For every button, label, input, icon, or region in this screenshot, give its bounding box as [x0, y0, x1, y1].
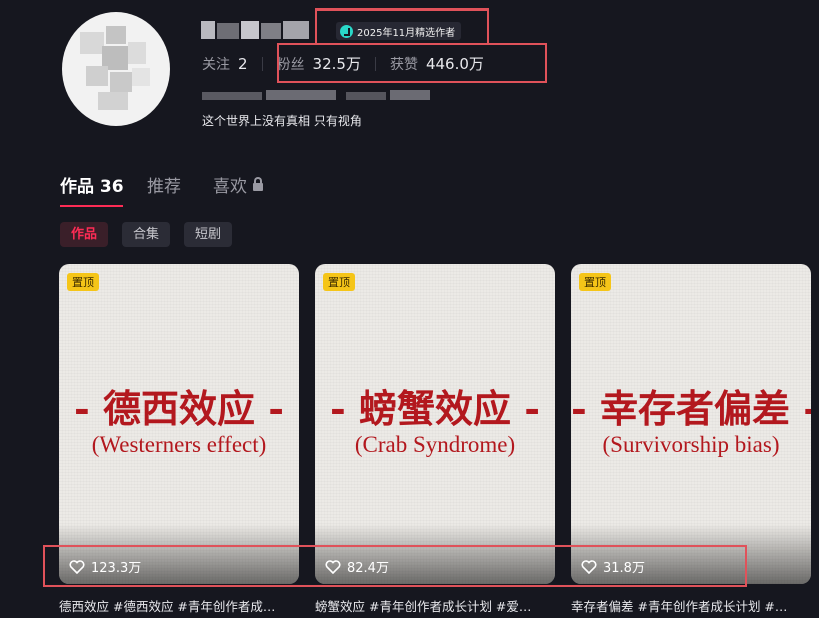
cover-title: - 幸存者偏差 -	[571, 386, 811, 431]
filter-chip-short-dramas[interactable]: 短剧	[184, 222, 233, 247]
filter-chip-collections[interactable]: 合集	[122, 222, 171, 247]
active-tab-indicator	[60, 205, 123, 207]
video-caption[interactable]: 德西效应 #德西效应 #青年创作者成…	[59, 596, 299, 615]
cover-title: - 螃蟹效应 -	[329, 386, 540, 431]
cover-title: - 德西效应 -	[73, 386, 284, 431]
divider	[261, 56, 263, 71]
username-redacted	[201, 19, 311, 41]
tab-works[interactable]: 作品 36	[60, 172, 124, 197]
pinned-badge: 置顶	[323, 273, 355, 291]
cover-subtitle: (Survivorship bias)	[602, 432, 780, 457]
filter-chip-works[interactable]: 作品	[60, 222, 109, 247]
pinned-badge: 置顶	[67, 273, 99, 291]
profile-bio: 这个世界上没有真相 只有视角	[202, 114, 362, 128]
cover-subtitle: (Westerners effect)	[91, 432, 267, 457]
annotation-box-stats	[277, 43, 547, 83]
tab-liked[interactable]: 喜欢	[213, 172, 263, 197]
annotation-box-likes	[43, 545, 747, 587]
account-id-redacted	[202, 90, 430, 102]
video-card[interactable]: 置顶 - 幸存者偏差 - (Survivorship bias) 31.8万	[571, 264, 811, 584]
cover-subtitle: (Crab Syndrome)	[354, 432, 516, 457]
stat-following[interactable]: 关注 2	[202, 54, 248, 74]
video-card[interactable]: 置顶 - 螃蟹效应 - (Crab Syndrome) 82.4万	[315, 264, 555, 584]
annotation-box-badge	[315, 8, 489, 45]
video-caption[interactable]: 螃蟹效应 #青年创作者成长计划 #爱…	[315, 596, 555, 615]
video-caption[interactable]: 幸存者偏差 #青年创作者成长计划 #…	[571, 596, 811, 615]
video-card[interactable]: 置顶 - 德西效应 - (Westerners effect) 123.3万	[59, 264, 299, 584]
avatar[interactable]	[62, 12, 170, 126]
pinned-badge: 置顶	[579, 273, 611, 291]
lock-icon	[253, 177, 263, 191]
tab-recommended[interactable]: 推荐	[147, 172, 181, 197]
